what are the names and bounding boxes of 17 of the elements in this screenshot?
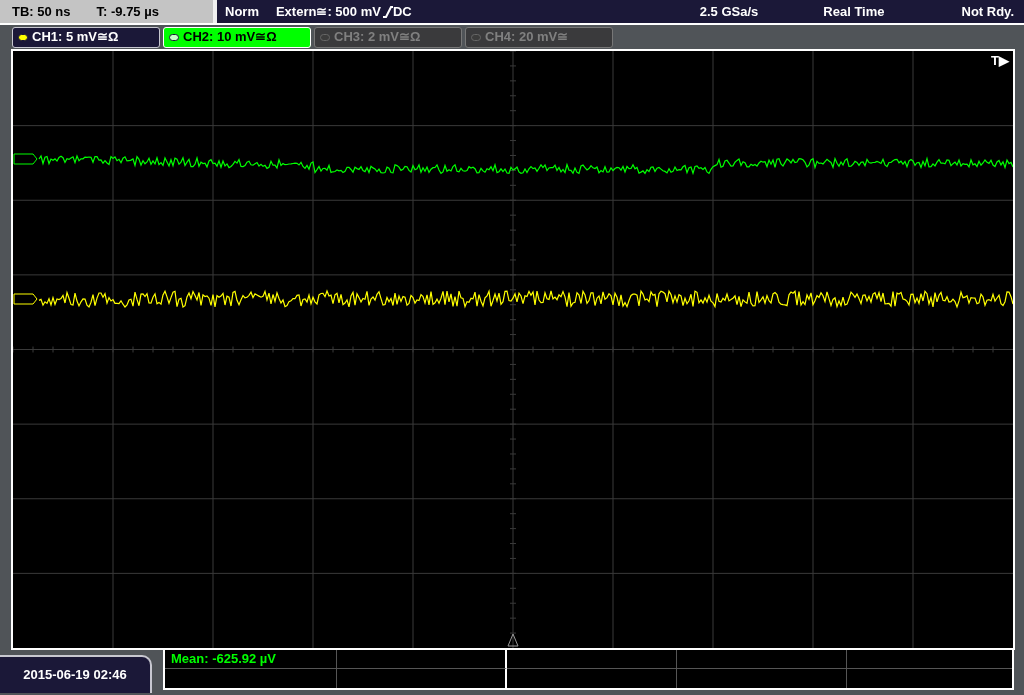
trigger-source-label: Extern≅: 500 mV bbox=[275, 2, 381, 21]
channel-tab[interactable]: CH1: 5 mV≅Ω bbox=[12, 26, 160, 48]
measurement-value: Mean: -625.92 µV bbox=[171, 650, 277, 669]
trigger-position-icon bbox=[507, 633, 519, 647]
coupling-label: DC bbox=[392, 2, 412, 21]
acquisition-mode-label: Real Time bbox=[823, 2, 885, 21]
timebase-label: TB: 50 ns bbox=[12, 2, 71, 21]
timestamp-label: 2015-06-19 02:46 bbox=[23, 666, 127, 685]
trigger-marker: T▶ bbox=[991, 52, 1009, 70]
trigger-time-label: T: -9.75 µs bbox=[96, 2, 159, 21]
channel-marker-icon bbox=[13, 293, 38, 305]
channel-tab[interactable]: CH2: 10 mV≅Ω bbox=[163, 26, 311, 48]
status-label: Not Rdy. bbox=[961, 2, 1014, 21]
channel-marker-icon bbox=[13, 153, 38, 165]
trigger-mode-label: Norm bbox=[225, 2, 259, 21]
sample-rate-label: 2.5 GSa/s bbox=[699, 2, 759, 21]
rising-edge-icon bbox=[382, 5, 393, 18]
